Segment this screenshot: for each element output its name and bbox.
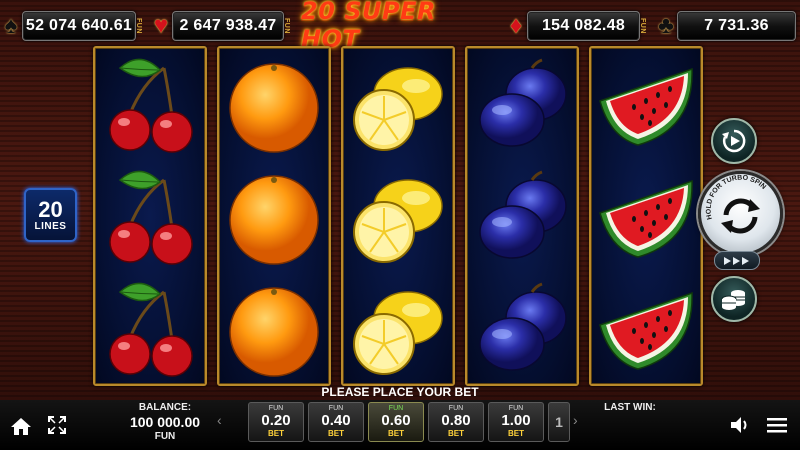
- balance-currency: FUN: [154, 431, 176, 442]
- balance-value: 100 000.00: [129, 414, 201, 430]
- diamond-icon: ♦: [509, 12, 523, 39]
- reel-1: [93, 46, 207, 386]
- watermelon-icon: [599, 67, 693, 146]
- jackpot-value: 154 082.48: [541, 17, 626, 34]
- menu-icon[interactable]: [766, 415, 788, 435]
- game-title: 20 SUPER HOT: [301, 0, 436, 53]
- bet-value: 0.80: [441, 412, 471, 429]
- bet-option[interactable]: FUN 0.80 BET: [428, 402, 484, 442]
- bet-value: 1: [555, 414, 563, 430]
- svg-text:HOLD FOR TURBO SPIN: HOLD FOR TURBO SPIN: [706, 175, 767, 221]
- fullscreen-icon[interactable]: [47, 415, 67, 435]
- watermelon-symbol: [591, 162, 701, 274]
- bet-value: 0.20: [261, 412, 291, 429]
- bet-label: BET: [328, 429, 344, 438]
- plum-symbol: [467, 50, 577, 162]
- jackpot-spade: ♠ 52 074 640.61 FUN: [0, 9, 142, 43]
- bet-value: 0.40: [321, 412, 351, 429]
- reel-2: [217, 46, 331, 386]
- autoplay-icon: [722, 129, 746, 153]
- orange-symbol: [219, 162, 329, 274]
- jackpot-club: ♣ 7 731.36: [655, 9, 796, 43]
- cherry-icon: [109, 58, 193, 153]
- lemon-symbol: [343, 50, 453, 162]
- bet-option[interactable]: FUN 0.40 BET: [308, 402, 364, 442]
- bets-prev-arrow[interactable]: ‹: [217, 412, 222, 428]
- spin-button[interactable]: HOLD FOR TURBO SPIN: [698, 171, 783, 256]
- jackpot-currency: FUN: [639, 18, 646, 34]
- watermelon-icon: [599, 179, 693, 258]
- orange-icon: [229, 287, 319, 377]
- lemon-icon: [353, 291, 443, 375]
- bet-value: 1.00: [501, 412, 531, 429]
- lines-label: LINES: [34, 220, 67, 232]
- lemon-symbol: [343, 274, 453, 386]
- watermelon-symbol: [591, 50, 701, 162]
- cherry-icon: [109, 282, 193, 377]
- cherry-symbol: [95, 274, 205, 386]
- jackpot-value-panel: 7 731.36: [677, 11, 796, 41]
- orange-icon: [229, 175, 319, 265]
- balance-label: BALANCE:: [138, 402, 192, 413]
- bet-option[interactable]: FUN 1.00 BET: [488, 402, 544, 442]
- watermelon-icon: [599, 291, 693, 370]
- lines-count: 20: [38, 196, 63, 222]
- jackpot-value: 52 074 640.61: [25, 17, 133, 34]
- coins-button[interactable]: [711, 276, 757, 322]
- jackpot-value-panel: 2 647 938.47 FUN: [172, 11, 290, 41]
- last-win-label: LAST WIN:: [604, 402, 656, 413]
- jackpot-value-panel: 154 082.48 FUN: [527, 11, 646, 41]
- orange-icon: [229, 63, 319, 153]
- turbo-icon: [724, 256, 749, 265]
- turbo-button[interactable]: [714, 251, 760, 270]
- bet-label: BET: [448, 429, 464, 438]
- game-screen: ♠ 52 074 640.61 FUN ♥ 2 647 938.47 FUN 2…: [0, 0, 800, 450]
- bet-label: BET: [508, 429, 524, 438]
- bet-label: BET: [388, 429, 404, 438]
- plum-symbol: [467, 162, 577, 274]
- bet-prompt: PLEASE PLACE YOUR BET: [321, 385, 479, 399]
- reel-4: [465, 46, 579, 386]
- plum-icon: [479, 58, 567, 147]
- jackpot-value: 2 647 938.47: [179, 17, 277, 34]
- jackpot-currency: FUN: [135, 18, 142, 34]
- reel-5: [589, 46, 703, 386]
- reels: [93, 46, 707, 387]
- spin-hint: HOLD FOR TURBO SPIN: [706, 175, 767, 221]
- watermelon-symbol: [591, 274, 701, 386]
- lemon-symbol: [343, 162, 453, 274]
- coins-icon: [721, 290, 745, 310]
- bets-next-arrow[interactable]: ›: [573, 412, 578, 428]
- lemon-icon: [353, 67, 443, 151]
- jackpot-heart: ♥ 2 647 938.47 FUN: [150, 9, 290, 43]
- bet-option[interactable]: FUN 0.60 BET: [368, 402, 424, 442]
- reel-3: [341, 46, 455, 386]
- sound-icon[interactable]: [729, 414, 751, 436]
- heart-icon: ♥: [153, 12, 169, 39]
- autoplay-button[interactable]: [711, 118, 757, 164]
- lemon-icon: [353, 179, 443, 263]
- bet-option-partial[interactable]: 1: [548, 402, 570, 442]
- orange-symbol: [219, 50, 329, 162]
- plum-symbol: [467, 274, 577, 386]
- bet-value: 0.60: [381, 412, 411, 429]
- home-icon[interactable]: [10, 415, 32, 437]
- lines-badge[interactable]: 20 LINES: [24, 188, 77, 242]
- spade-icon: ♠: [4, 12, 18, 39]
- cherry-symbol: [95, 50, 205, 162]
- plum-icon: [479, 282, 567, 371]
- spin-icon: [721, 198, 760, 234]
- club-icon: ♣: [658, 12, 674, 39]
- jackpot-value-panel: 52 074 640.61 FUN: [22, 11, 142, 41]
- cherry-icon: [109, 170, 193, 265]
- plum-icon: [479, 170, 567, 259]
- orange-symbol: [219, 274, 329, 386]
- bet-label: BET: [268, 429, 284, 438]
- jackpot-diamond: ♦ 154 082.48 FUN: [505, 9, 646, 43]
- jackpot-currency: FUN: [283, 18, 290, 34]
- jackpot-value: 7 731.36: [704, 17, 769, 34]
- bet-option[interactable]: FUN 0.20 BET: [248, 402, 304, 442]
- cherry-symbol: [95, 162, 205, 274]
